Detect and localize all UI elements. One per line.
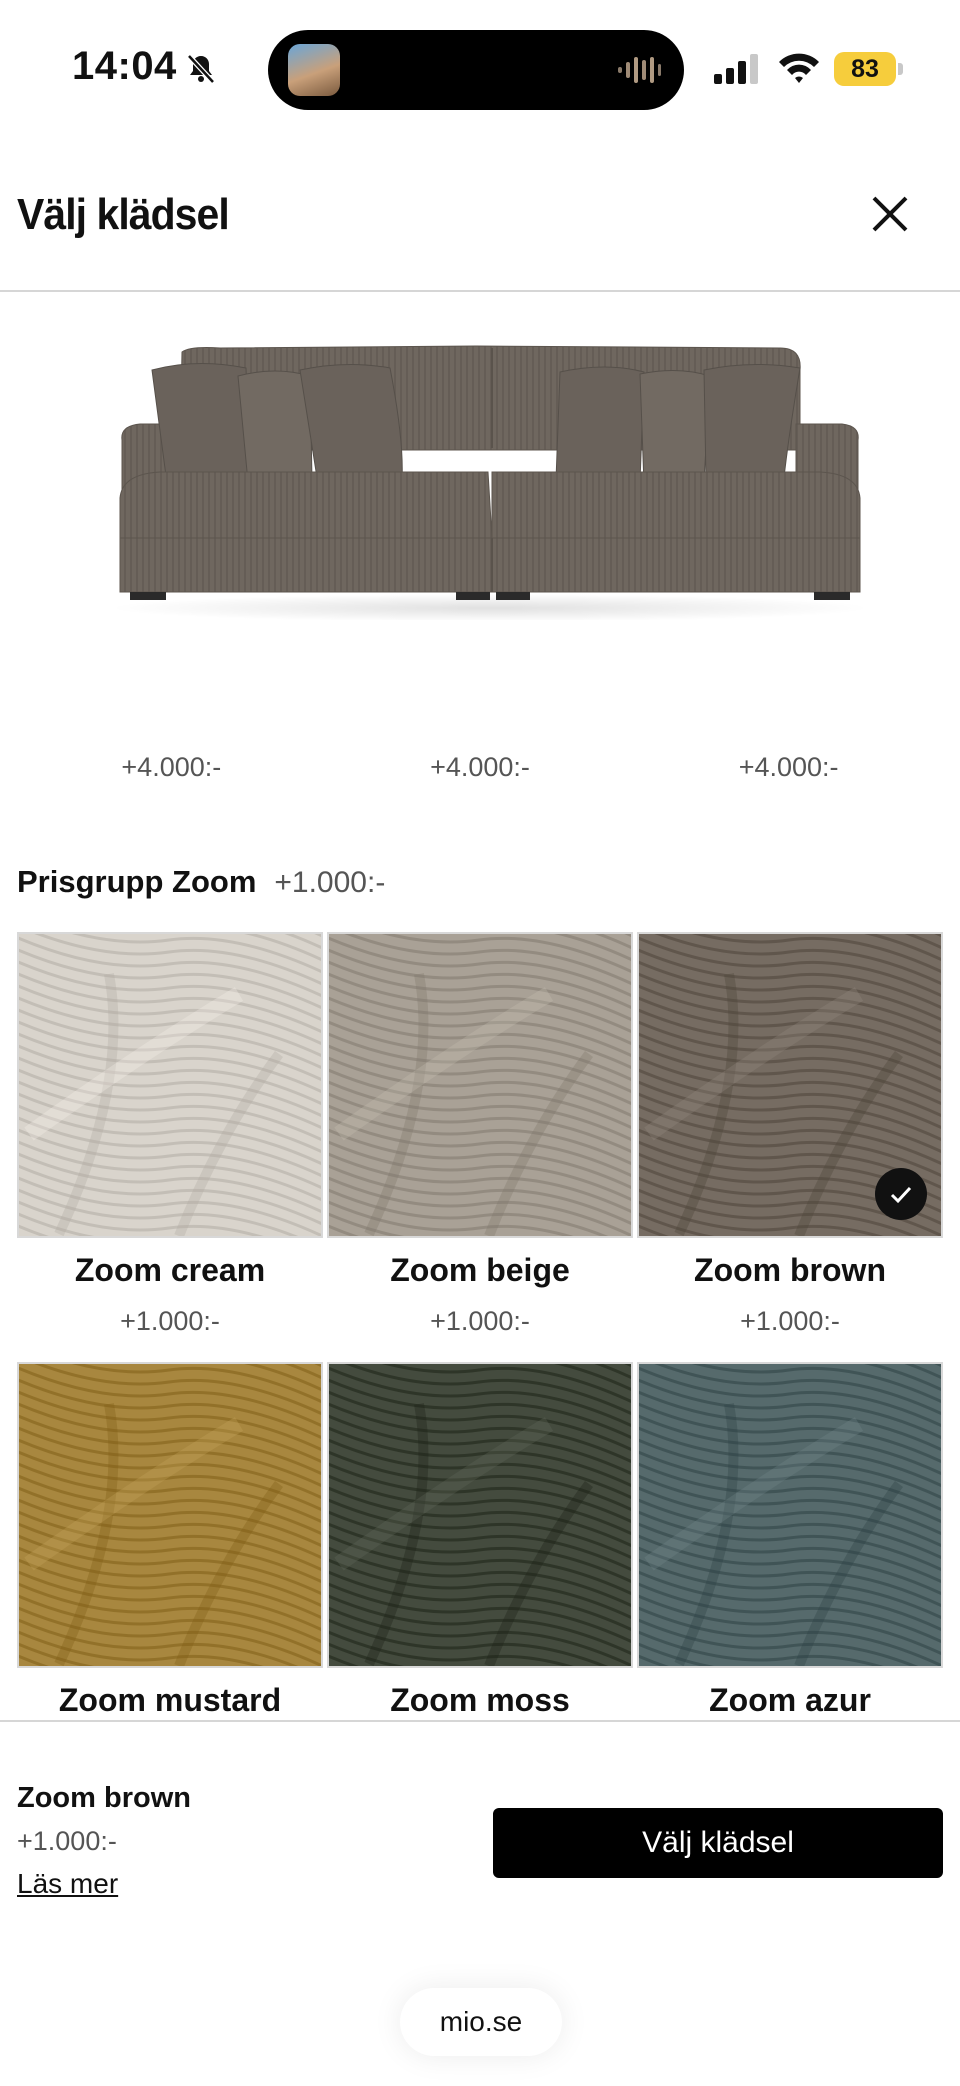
tile-price: +4.000:-: [738, 752, 839, 782]
fabric-tile-zoom-cream[interactable]: Zoom cream +1.000:-: [17, 932, 323, 1336]
price-group-name: Prisgrupp Zoom: [17, 864, 257, 899]
fabric-tile-zoom-beige[interactable]: Zoom beige +1.000:-: [327, 932, 633, 1336]
status-bar: 14:04 83: [0, 0, 960, 120]
fabric-swatch[interactable]: [17, 932, 323, 1238]
status-time: 14:04: [72, 44, 177, 88]
wifi-icon: [779, 53, 819, 83]
fabric-price: +1.000:-: [430, 1306, 530, 1336]
fabric-name: Zoom mustard: [58, 1682, 282, 1718]
audio-waveform-icon: [618, 57, 661, 83]
fabric-texture: [19, 934, 321, 1236]
fabric-tile-zoom-mustard[interactable]: Zoom mustard: [17, 1362, 323, 1718]
fabric-tile-zoom-azur[interactable]: Zoom azur: [637, 1362, 943, 1718]
selected-fabric-price: +1.000:-: [17, 1826, 117, 1856]
selected-fabric-name: Zoom brown: [17, 1782, 191, 1814]
sheet-header: Välj klädsel: [0, 150, 960, 292]
browser-url-pill[interactable]: mio.se: [400, 1988, 562, 2056]
fabric-texture: [19, 1364, 321, 1666]
fabric-swatch[interactable]: [637, 932, 943, 1238]
selection-footer: Zoom brown +1.000:- Läs mer Välj klädsel…: [0, 1720, 960, 2086]
fabric-texture: [329, 1364, 631, 1666]
fabric-name: Zoom beige: [390, 1252, 570, 1288]
tile-price: +4.000:-: [430, 752, 530, 782]
fabric-swatch[interactable]: [327, 932, 633, 1238]
previous-group-prices: +4.000:- +4.000:- +4.000:-: [17, 752, 943, 788]
sofa-preview-image: [110, 345, 870, 620]
now-playing-artwork: [288, 44, 340, 96]
fabric-name: Zoom cream: [74, 1252, 266, 1288]
fabric-texture: [639, 1364, 941, 1666]
fabric-tile-zoom-moss[interactable]: Zoom moss: [327, 1362, 633, 1718]
cellular-signal-icon: [714, 54, 758, 84]
price-group-heading: Prisgrupp Zoom +1.000:-: [17, 864, 385, 900]
bell-muted-icon: [187, 54, 215, 84]
selected-check-icon: [875, 1168, 927, 1220]
dynamic-island[interactable]: [268, 30, 684, 110]
read-more-link[interactable]: Läs mer: [17, 1868, 118, 1900]
fabric-swatch[interactable]: [327, 1362, 633, 1668]
page-title: Välj klädsel: [17, 190, 230, 239]
fabric-swatch[interactable]: [17, 1362, 323, 1668]
fabric-price: +1.000:-: [120, 1306, 220, 1336]
fabric-swatch[interactable]: [637, 1362, 943, 1668]
fabric-name: Zoom brown: [694, 1252, 886, 1288]
fabric-name: Zoom azur: [709, 1682, 871, 1718]
battery-level: 83: [834, 52, 896, 86]
select-fabric-button[interactable]: Välj klädsel: [493, 1808, 943, 1878]
close-icon[interactable]: [866, 190, 914, 238]
price-group-price: +1.000:-: [274, 866, 386, 899]
battery-tip: [898, 63, 903, 75]
fabric-texture: [329, 934, 631, 1236]
battery-indicator: 83: [834, 52, 904, 86]
fabric-name: Zoom moss: [390, 1682, 570, 1718]
tile-price: +4.000:-: [121, 752, 222, 782]
fabric-tile-zoom-brown[interactable]: Zoom brown +1.000:-: [637, 932, 943, 1336]
fabric-price: +1.000:-: [740, 1306, 840, 1336]
